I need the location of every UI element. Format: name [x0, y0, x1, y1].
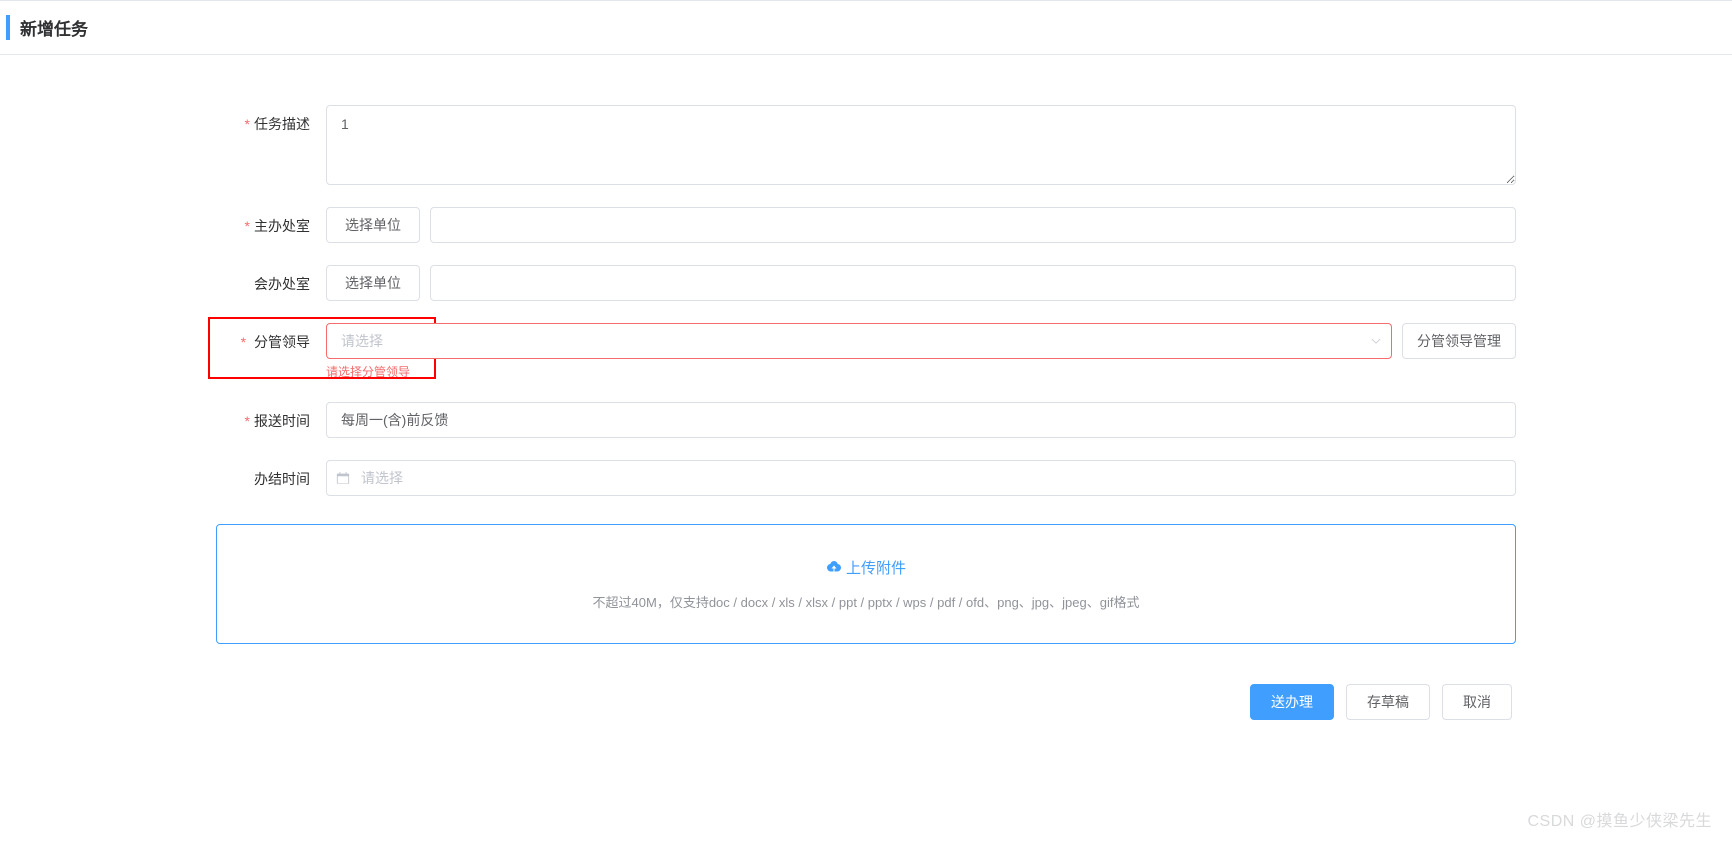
- task-desc-textarea[interactable]: [326, 105, 1516, 185]
- row-co-unit: 会办处室 选择单位: [216, 265, 1516, 301]
- save-draft-button[interactable]: 存草稿: [1346, 684, 1430, 720]
- page-title: 新增任务: [6, 15, 1724, 40]
- form-container: 任务描述 主办处室 选择单位 会办处室 选择单位 分管领导: [216, 55, 1516, 740]
- row-host-unit: 主办处室 选择单位: [216, 207, 1516, 243]
- row-task-desc: 任务描述: [216, 105, 1516, 185]
- row-report-time: 报送时间: [216, 402, 1516, 438]
- host-unit-input[interactable]: [430, 207, 1516, 243]
- select-co-unit-button[interactable]: 选择单位: [326, 265, 420, 301]
- report-time-input[interactable]: [326, 402, 1516, 438]
- watermark: CSDN @摸鱼少侠梁先生: [1527, 807, 1712, 831]
- upload-hint: 不超过40M，仅支持doc / docx / xls / xlsx / ppt …: [227, 592, 1505, 611]
- label-host-unit: 主办处室: [216, 207, 326, 236]
- label-leader-text: 分管领导: [254, 334, 310, 350]
- finish-time-picker[interactable]: [326, 460, 1516, 496]
- cancel-button[interactable]: 取消: [1442, 684, 1512, 720]
- co-unit-input[interactable]: [430, 265, 1516, 301]
- select-host-unit-button[interactable]: 选择单位: [326, 207, 420, 243]
- label-report-time: 报送时间: [216, 402, 326, 431]
- upload-title-text: 上传附件: [846, 557, 906, 578]
- footer-actions: 送办理 存草稿 取消: [216, 684, 1516, 720]
- upload-icon: [826, 558, 842, 578]
- leader-select-input[interactable]: [326, 323, 1392, 359]
- leader-select[interactable]: [326, 323, 1392, 359]
- row-leader: 分管领导 请选择分管领导 分管领导管理: [216, 323, 1516, 380]
- label-task-desc: 任务描述: [216, 105, 326, 134]
- label-co-unit: 会办处室: [216, 265, 326, 294]
- finish-time-input[interactable]: [326, 460, 1516, 496]
- page-header: 新增任务: [0, 0, 1732, 55]
- submit-button[interactable]: 送办理: [1250, 684, 1334, 720]
- label-leader: 分管领导: [216, 323, 326, 352]
- row-finish-time: 办结时间: [216, 460, 1516, 496]
- leader-error-msg: 请选择分管领导: [326, 363, 1392, 380]
- label-finish-time: 办结时间: [216, 460, 326, 489]
- upload-area[interactable]: 上传附件 不超过40M，仅支持doc / docx / xls / xlsx /…: [216, 524, 1516, 644]
- upload-title: 上传附件: [826, 557, 906, 578]
- leader-manage-button[interactable]: 分管领导管理: [1402, 323, 1516, 359]
